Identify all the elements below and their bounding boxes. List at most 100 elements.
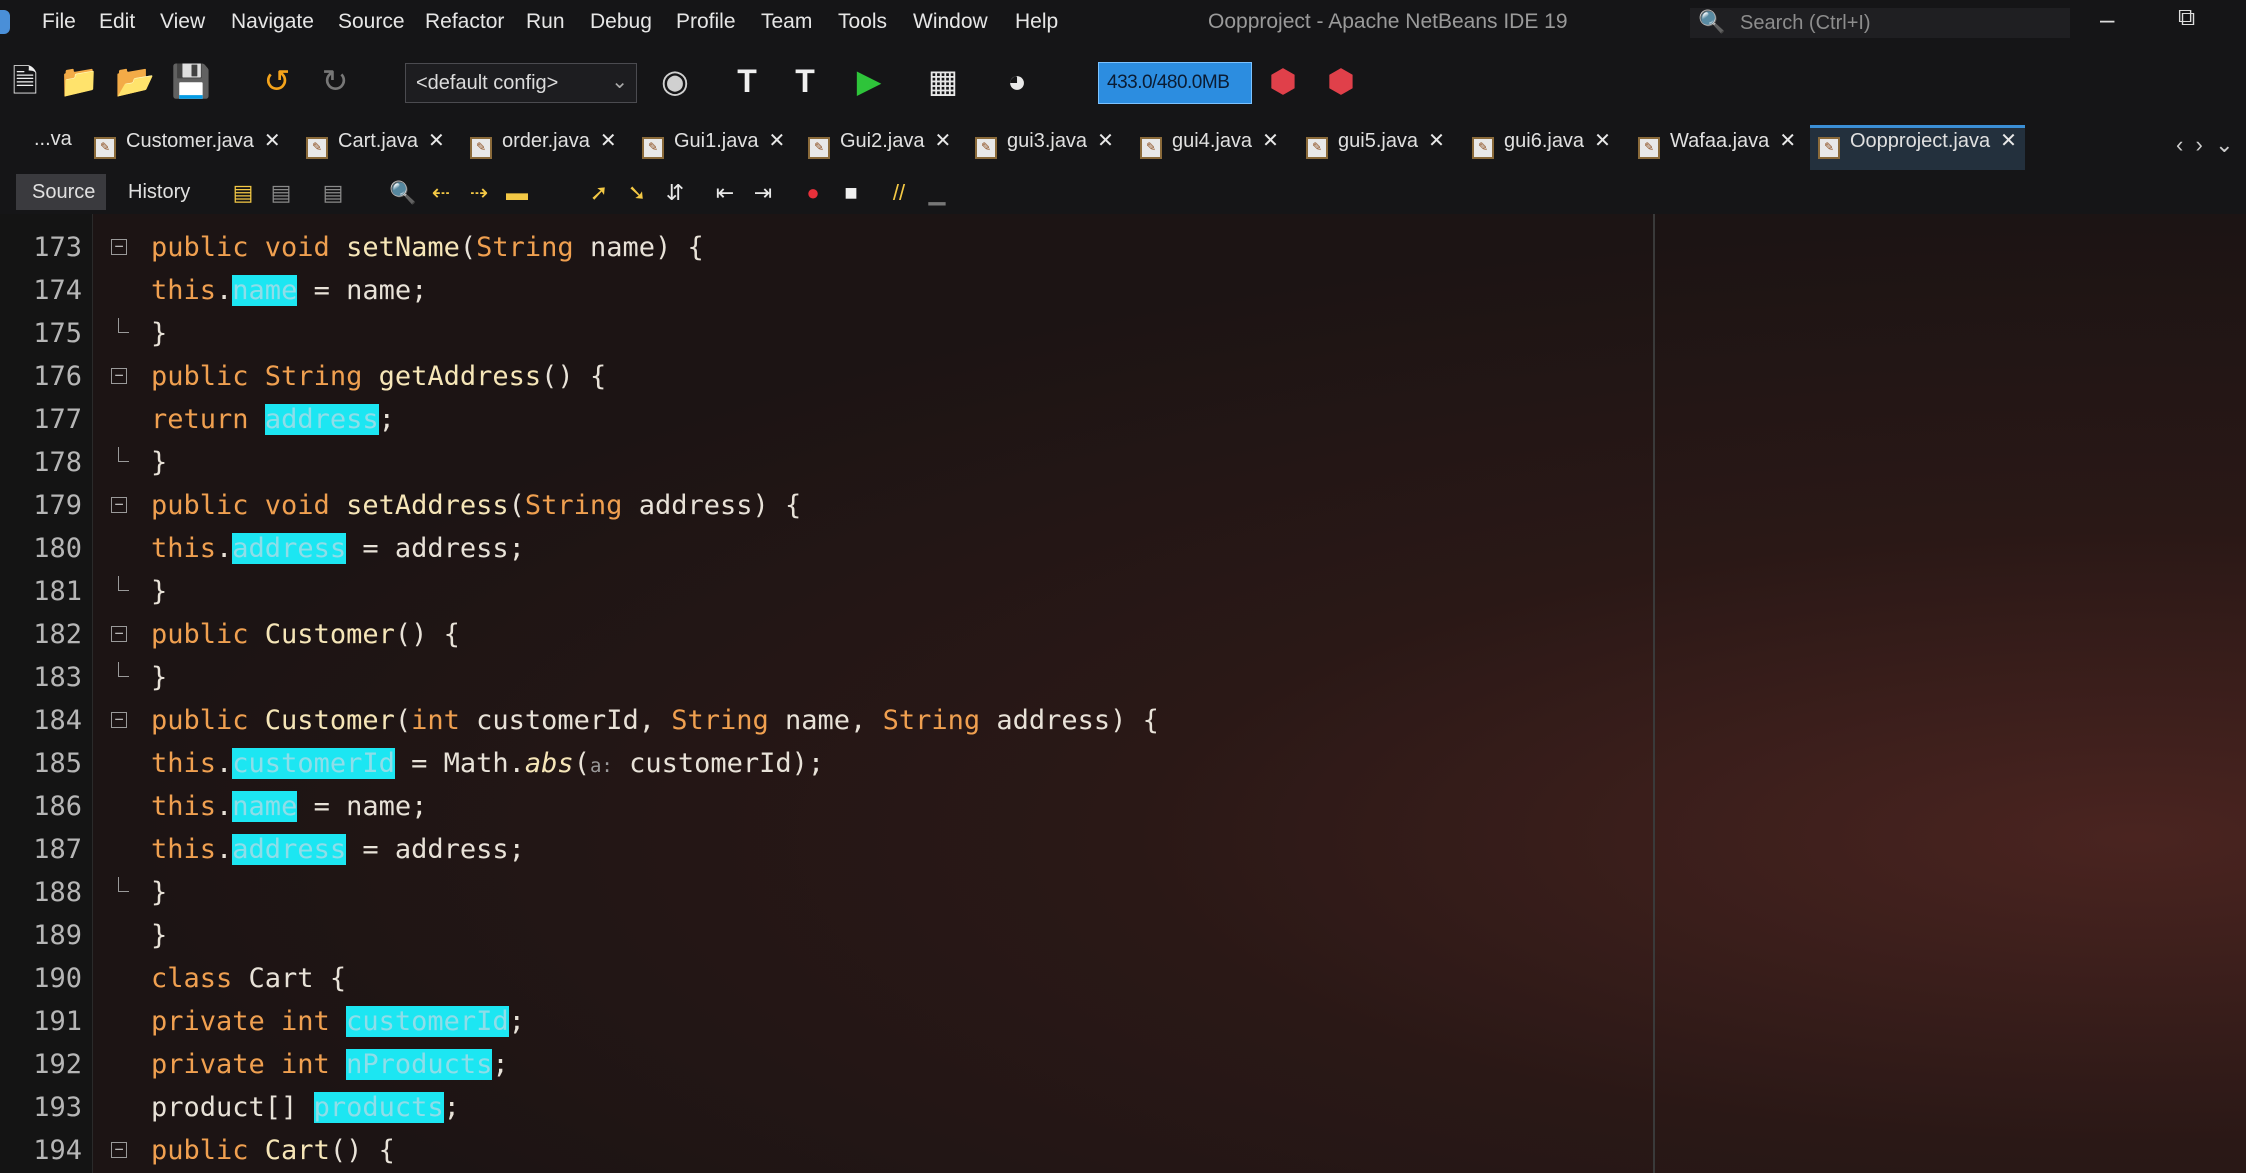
- restore-button[interactable]: ⧉: [2178, 4, 2195, 32]
- close-icon[interactable]: ✕: [1779, 130, 1796, 152]
- history-tab[interactable]: History: [112, 174, 204, 210]
- memory-indicator[interactable]: 433.0/480.0MB: [1098, 62, 1252, 104]
- undo-icon[interactable]: ↺: [256, 60, 298, 102]
- tab-gui1[interactable]: ✎ Gui1.java ✕: [642, 128, 785, 168]
- start-macro-icon[interactable]: ●: [798, 178, 828, 208]
- tab-gui2[interactable]: ✎ Gui2.java ✕: [808, 128, 951, 168]
- redo-icon[interactable]: ↻: [314, 60, 356, 102]
- close-icon[interactable]: ✕: [1097, 130, 1114, 152]
- menu-refactor[interactable]: Refactor: [425, 10, 504, 34]
- menu-window[interactable]: Window: [913, 10, 988, 34]
- uncomment-icon[interactable]: ▁: [922, 178, 952, 208]
- source-tab[interactable]: Source: [16, 174, 106, 210]
- find-icon[interactable]: 🔍: [388, 178, 418, 208]
- minimize-button[interactable]: –: [2100, 4, 2114, 35]
- save-all-icon[interactable]: 💾: [170, 60, 212, 102]
- java-file-icon: ✎: [306, 137, 328, 159]
- menu-debug[interactable]: Debug: [590, 10, 652, 34]
- config-dropdown[interactable]: <default config> ⌄: [405, 63, 637, 103]
- tab-label: ...va: [34, 128, 72, 150]
- tab-label: order.java: [502, 130, 590, 152]
- source-tab-label: Source: [32, 181, 96, 203]
- search-icon: 🔍: [1698, 9, 1726, 34]
- tab-label: gui5.java: [1338, 130, 1419, 152]
- editor-tab-bar: ...va ✎ Customer.java ✕ ✎ Cart.java ✕ ✎ order…: [0, 122, 2246, 174]
- toggle-highlight-icon[interactable]: ▬: [502, 178, 532, 208]
- forward-icon[interactable]: ▤: [318, 178, 348, 208]
- menu-file[interactable]: File: [42, 10, 76, 34]
- netbeans-logo-icon: [0, 10, 10, 34]
- close-icon[interactable]: ✕: [1428, 130, 1445, 152]
- tab-label: gui6.java: [1504, 130, 1585, 152]
- comment-icon[interactable]: //: [884, 178, 914, 208]
- close-icon[interactable]: ✕: [769, 130, 786, 152]
- java-file-icon: ✎: [975, 137, 997, 159]
- menu-navigate[interactable]: Navigate: [231, 10, 314, 34]
- shift-left-icon[interactable]: ⇤: [710, 178, 740, 208]
- line-number-gutter: [0, 214, 93, 1173]
- java-file-icon: ✎: [94, 137, 116, 159]
- tab-oopproject[interactable]: ✎ Oopproject.java ✕: [1810, 125, 2025, 170]
- close-icon[interactable]: ✕: [264, 130, 281, 152]
- find-previous-icon[interactable]: ⇠: [426, 178, 456, 208]
- tab-gui5[interactable]: ✎ gui5.java ✕: [1306, 128, 1445, 168]
- next-bookmark-icon[interactable]: ➘: [622, 178, 652, 208]
- build-icon[interactable]: T: [726, 60, 768, 102]
- tab-gui3[interactable]: ✎ gui3.java ✕: [975, 128, 1114, 168]
- tab-label: Cart.java: [338, 130, 419, 152]
- menu-edit[interactable]: Edit: [99, 10, 135, 34]
- close-icon[interactable]: ✕: [600, 130, 617, 152]
- gc-icon[interactable]: ⬢: [1262, 60, 1304, 102]
- chevron-down-icon: ⌄: [611, 71, 628, 93]
- close-icon[interactable]: ✕: [428, 130, 445, 152]
- java-file-icon: ✎: [1140, 137, 1162, 159]
- tab-label: Customer.java: [126, 130, 254, 152]
- run-icon[interactable]: ▶: [848, 60, 890, 102]
- tab-order[interactable]: ✎ order.java ✕: [470, 128, 617, 168]
- close-icon[interactable]: ✕: [1262, 130, 1279, 152]
- menu-source[interactable]: Source: [338, 10, 405, 34]
- window-title: Oopproject - Apache NetBeans IDE 19: [1208, 10, 1568, 33]
- new-file-icon[interactable]: 📁: [58, 60, 100, 102]
- prev-bookmark-icon[interactable]: ➚: [584, 178, 614, 208]
- close-icon[interactable]: ✕: [935, 130, 952, 152]
- menu-bar: File Edit View Navigate Source Refactor …: [0, 0, 2246, 46]
- find-next-icon[interactable]: ⇢: [464, 178, 494, 208]
- debug-icon[interactable]: ▦: [922, 60, 964, 102]
- tab-label: Oopproject.java: [1850, 130, 1991, 152]
- profile-icon[interactable]: ◕: [996, 60, 1038, 102]
- menu-view[interactable]: View: [160, 10, 205, 34]
- last-edit-icon[interactable]: ▤: [228, 178, 258, 208]
- java-file-icon: ✎: [1306, 137, 1328, 159]
- code-editor[interactable]: [93, 214, 2246, 1173]
- close-icon[interactable]: ✕: [1594, 130, 1611, 152]
- tab-scroll-arrows[interactable]: ‹ › ⌄: [2176, 132, 2234, 158]
- right-margin-line: [1653, 214, 1655, 1173]
- tab-cart[interactable]: ✎ Cart.java ✕: [306, 128, 445, 168]
- globe-icon[interactable]: ◉: [654, 60, 696, 102]
- tab-overflow[interactable]: ...va: [34, 128, 72, 168]
- open-project-icon[interactable]: 📂: [114, 60, 156, 102]
- tab-gui4[interactable]: ✎ gui4.java ✕: [1140, 128, 1279, 168]
- tab-label: gui3.java: [1007, 130, 1088, 152]
- toggle-bookmark-icon[interactable]: ⇵: [660, 178, 690, 208]
- java-file-icon: ✎: [1472, 137, 1494, 159]
- new-project-icon[interactable]: 🗎: [4, 60, 46, 102]
- stop-macro-icon[interactable]: ■: [836, 178, 866, 208]
- shift-right-icon[interactable]: ⇥: [748, 178, 778, 208]
- menu-profile[interactable]: Profile: [676, 10, 736, 34]
- java-file-icon: ✎: [1638, 137, 1660, 159]
- clean-build-icon[interactable]: T: [784, 60, 826, 102]
- tab-wafaa[interactable]: ✎ Wafaa.java ✕: [1638, 128, 1796, 168]
- back-icon[interactable]: ▤: [266, 178, 296, 208]
- tab-gui6[interactable]: ✎ gui6.java ✕: [1472, 128, 1611, 168]
- close-icon[interactable]: ✕: [2000, 130, 2017, 152]
- menu-help[interactable]: Help: [1015, 10, 1058, 34]
- menu-tools[interactable]: Tools: [838, 10, 887, 34]
- search-box[interactable]: 🔍 Search (Ctrl+I): [1690, 8, 2070, 38]
- tab-customer[interactable]: ✎ Customer.java ✕: [94, 128, 281, 168]
- main-toolbar: 🗎 📁 📂 💾 ↺ ↻ <default config> ⌄ ◉ T T ▶ ▦…: [0, 46, 2246, 122]
- menu-team[interactable]: Team: [761, 10, 812, 34]
- menu-run[interactable]: Run: [526, 10, 565, 34]
- gc-alt-icon[interactable]: ⬢: [1320, 60, 1362, 102]
